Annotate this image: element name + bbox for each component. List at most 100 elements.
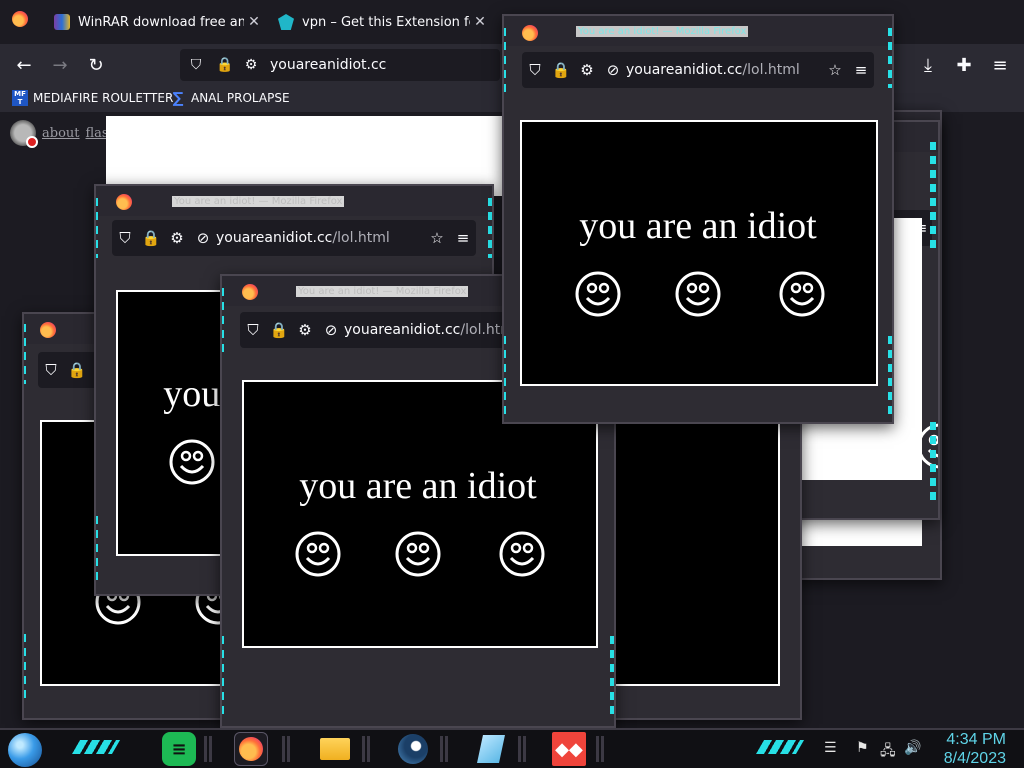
permissions-icon[interactable]: ⚙ <box>292 321 318 339</box>
shield-icon[interactable]: ⛉ <box>522 61 548 79</box>
cyan-accent <box>610 636 614 716</box>
cyan-accent <box>888 28 892 88</box>
permissions-icon[interactable]: ⚙ <box>238 57 264 73</box>
network-icon[interactable]: 🖧 <box>880 740 896 764</box>
cyan-accent <box>222 636 224 716</box>
smiley-icon <box>916 422 938 470</box>
flash-notice: about flash <box>10 120 117 148</box>
firefox-icon <box>40 322 56 338</box>
smiley-icon <box>778 270 826 318</box>
file-explorer-icon[interactable] <box>318 732 352 766</box>
tab-title: vpn – Get this Extension for 🦊 F <box>302 14 470 30</box>
url-bar[interactable]: ⛉ 🔒 ⚙ ⊘ youareanidiot.cc/lol.html ☆ ≡ <box>112 220 476 256</box>
anydesk-icon[interactable]: ◆◆ <box>552 732 586 766</box>
plugin-blocked-icon <box>10 120 38 148</box>
firefox-icon <box>242 284 258 300</box>
url-bar[interactable]: ⛉ 🔒 ⚙ youareanidiot.cc <box>180 49 500 81</box>
cyan-accent <box>24 324 26 384</box>
shield-icon[interactable]: ⛉ <box>112 229 138 247</box>
taskbar-divider <box>518 736 528 762</box>
start-button[interactable] <box>8 733 42 767</box>
clock-time: 4:34 PM <box>946 731 1006 748</box>
mediafire-icon: MF T <box>12 90 28 106</box>
tab-winrar[interactable]: WinRAR download free and sup ✕ <box>44 4 264 40</box>
lock-icon[interactable]: 🔒 <box>138 229 164 247</box>
shield-icon[interactable]: ⛉ <box>38 361 64 379</box>
menu-icon[interactable]: ≡ <box>450 229 476 247</box>
taskbar-divider <box>596 736 606 762</box>
taskbar-divider <box>282 736 292 762</box>
cyan-accent <box>930 142 936 252</box>
smiley-icon <box>394 530 442 578</box>
extensions-icon[interactable]: ✚ <box>950 52 978 80</box>
back-icon[interactable]: ← <box>10 52 38 80</box>
steam-icon[interactable] <box>396 732 430 766</box>
tracking-off-icon[interactable]: ⊘ <box>190 229 216 247</box>
popup-window[interactable]: You are an idiot! — Mozilla Firefox ⛉ 🔒 … <box>502 14 894 424</box>
firefox-icon <box>116 194 132 210</box>
cyan-accent <box>24 634 26 704</box>
lock-icon[interactable]: 🔒 <box>548 61 574 79</box>
notepad-icon[interactable] <box>474 732 508 766</box>
forward-icon[interactable]: → <box>46 52 74 80</box>
clock[interactable]: 4:34 PM 8/4/2023 <box>944 730 1006 768</box>
window-title: You are an idiot! — Mozilla Firefox <box>172 196 345 207</box>
shield-icon[interactable]: ⛉ <box>180 57 212 73</box>
bookmark-mediafire[interactable]: MF T MEDIAFIRE ROULETTER <box>12 90 173 106</box>
flag-icon[interactable]: ⚑ <box>856 740 869 756</box>
tab-title: WinRAR download free and sup <box>78 14 244 30</box>
about-link[interactable]: about <box>42 126 80 141</box>
permissions-icon[interactable]: ⚙ <box>164 229 190 247</box>
taskbar: ≡ ◆◆ ☰ ⚑ 🖧 🔊 4:34 PM 8/4/2023 <box>0 728 1024 768</box>
smiley-icon <box>498 530 546 578</box>
taskbar-divider <box>204 736 214 762</box>
lock-icon[interactable]: 🔒 <box>64 361 90 379</box>
tab-vpn[interactable]: vpn – Get this Extension for 🦊 F ✕ <box>268 4 490 40</box>
cyan-accent <box>504 336 506 416</box>
taskbar-divider <box>362 736 372 762</box>
bookmark-2[interactable]: ∑ ANAL PROLAPSE <box>170 90 290 106</box>
smiley-icon <box>294 530 342 578</box>
idiot-text: you are an idiot <box>299 465 537 507</box>
winrar-icon <box>54 14 70 30</box>
cyan-accent <box>888 336 892 416</box>
tracking-off-icon[interactable]: ⊘ <box>600 61 626 79</box>
cyan-accent <box>488 198 492 258</box>
url-text: youareanidiot.cc/lol.html <box>216 230 390 246</box>
bookmark-label: MEDIAFIRE ROULETTER <box>33 91 174 105</box>
shield-icon[interactable]: ⛉ <box>240 321 266 339</box>
show-hidden-icons[interactable]: ☰ <box>824 740 837 756</box>
cyan-accent <box>96 198 98 258</box>
cyan-accent <box>71 740 121 754</box>
window-title: You are an idiot! — Mozilla Firefox <box>576 26 749 37</box>
menu-icon[interactable]: ≡ <box>848 61 874 79</box>
firefox-icon[interactable] <box>234 732 268 766</box>
firefox-view-icon[interactable] <box>6 8 34 36</box>
url-text: youareanidiot.cc/lol.html <box>344 322 518 338</box>
lock-icon[interactable]: 🔒 <box>266 321 292 339</box>
menu-icon[interactable]: ≡ <box>986 52 1014 80</box>
extension-icon <box>278 14 294 30</box>
volume-icon[interactable]: 🔊 <box>904 740 921 756</box>
window-title: You are an idiot! — Mozilla Firefox <box>296 286 469 297</box>
spotify-icon[interactable]: ≡ <box>162 732 196 766</box>
tracking-off-icon[interactable]: ⊘ <box>318 321 344 339</box>
reload-icon[interactable]: ↻ <box>82 52 110 80</box>
bookmark-star-icon[interactable]: ☆ <box>424 229 450 247</box>
idiot-stage <box>520 120 878 386</box>
url-bar[interactable]: ⛉ 🔒 ⚙ ⊘ youareanidiot.cc/lol.html ☆ ≡ <box>522 52 874 88</box>
clock-date: 8/4/2023 <box>943 750 1006 767</box>
cyan-accent <box>222 288 224 358</box>
url-text: youareanidiot.cc <box>270 57 387 73</box>
downloads-icon[interactable]: ⤓ <box>914 52 942 80</box>
sigma-icon: ∑ <box>172 89 184 107</box>
firefox-icon <box>522 25 538 41</box>
permissions-icon[interactable]: ⚙ <box>574 61 600 79</box>
close-icon[interactable]: ✕ <box>470 14 490 30</box>
lock-icon[interactable]: 🔒 <box>212 57 238 73</box>
bookmark-star-icon[interactable]: ☆ <box>822 61 848 79</box>
smiley-icon <box>168 438 216 486</box>
cyan-accent <box>96 516 98 586</box>
taskbar-divider <box>440 736 450 762</box>
close-icon[interactable]: ✕ <box>244 14 264 30</box>
